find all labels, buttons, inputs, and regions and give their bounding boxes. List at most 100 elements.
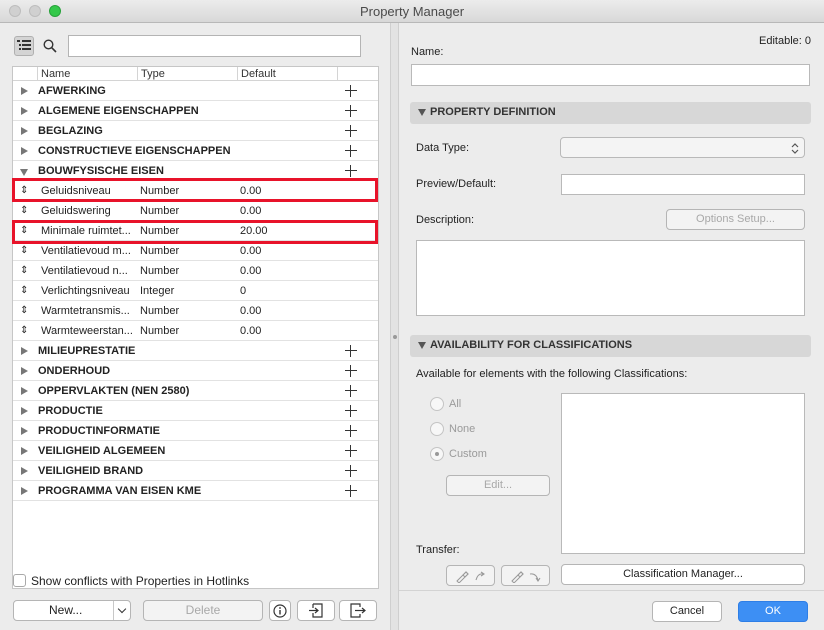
panel-splitter[interactable] bbox=[390, 23, 399, 630]
name-input[interactable] bbox=[411, 64, 810, 86]
add-property-icon[interactable] bbox=[345, 445, 357, 457]
column-header-name[interactable]: Name bbox=[37, 67, 70, 81]
edit-button[interactable]: Edit... bbox=[446, 475, 550, 496]
group-row[interactable]: BEGLAZING bbox=[13, 121, 378, 141]
column-header-default[interactable]: Default bbox=[237, 67, 276, 81]
add-property-icon[interactable] bbox=[345, 385, 357, 397]
property-row[interactable]: ⇕ Minimale ruimtet... Number 20.00 bbox=[13, 221, 378, 241]
disclosure-triangle-icon[interactable] bbox=[21, 367, 28, 375]
add-property-icon[interactable] bbox=[345, 85, 357, 97]
chevron-down-icon[interactable] bbox=[117, 604, 127, 614]
radio-all[interactable] bbox=[430, 397, 444, 411]
group-row[interactable]: PRODUCTIE bbox=[13, 401, 378, 421]
availability-header[interactable]: AVAILABILITY FOR CLASSIFICATIONS bbox=[410, 335, 811, 357]
property-type: Number bbox=[140, 205, 180, 217]
show-conflicts-checkbox[interactable] bbox=[13, 574, 26, 587]
property-definition-header[interactable]: PROPERTY DEFINITION bbox=[410, 102, 811, 124]
group-row[interactable]: MILIEUPRESTATIE bbox=[13, 341, 378, 361]
radio-none-label: None bbox=[449, 423, 476, 435]
disclosure-triangle-icon[interactable] bbox=[21, 347, 28, 355]
show-conflicts-label: Show conflicts with Properties in Hotlin… bbox=[31, 574, 250, 588]
disclosure-triangle-icon[interactable] bbox=[21, 447, 28, 455]
reorder-handle-icon[interactable]: ⇕ bbox=[20, 281, 28, 301]
classifications-list[interactable] bbox=[561, 393, 805, 554]
property-type: Number bbox=[140, 225, 180, 237]
editable-count: Editable: 0 bbox=[759, 35, 811, 47]
group-row[interactable]: CONSTRUCTIEVE EIGENSCHAPPEN bbox=[13, 141, 378, 161]
property-list-panel: Name Type Default AFWERKING ALGEMENE EIG… bbox=[0, 23, 390, 630]
property-row[interactable]: ⇕ Ventilatievoud m... Number 0.00 bbox=[13, 241, 378, 261]
description-textarea[interactable] bbox=[416, 240, 805, 316]
reorder-handle-icon[interactable]: ⇕ bbox=[20, 201, 28, 221]
disclosure-triangle-icon[interactable] bbox=[21, 147, 28, 155]
add-property-icon[interactable] bbox=[345, 165, 357, 177]
group-row[interactable]: VEILIGHEID ALGEMEEN bbox=[13, 441, 378, 461]
disclosure-triangle-icon[interactable] bbox=[21, 407, 28, 415]
radio-none[interactable] bbox=[430, 422, 444, 436]
add-property-icon[interactable] bbox=[345, 345, 357, 357]
disclosure-triangle-icon[interactable] bbox=[21, 127, 28, 135]
ok-button[interactable]: OK bbox=[738, 601, 808, 622]
group-row[interactable]: OPPERVLAKTEN (NEN 2580) bbox=[13, 381, 378, 401]
disclosure-triangle-open-icon[interactable] bbox=[20, 169, 28, 176]
property-tree[interactable]: Name Type Default AFWERKING ALGEMENE EIG… bbox=[12, 66, 379, 589]
disclosure-triangle-icon[interactable] bbox=[21, 387, 28, 395]
data-type-select[interactable] bbox=[560, 137, 805, 158]
add-property-icon[interactable] bbox=[345, 105, 357, 117]
add-property-icon[interactable] bbox=[345, 125, 357, 137]
preview-default-input[interactable] bbox=[561, 174, 805, 195]
property-row[interactable]: ⇕ Verlichtingsniveau Integer 0 bbox=[13, 281, 378, 301]
cancel-button[interactable]: Cancel bbox=[652, 601, 722, 622]
group-row[interactable]: VEILIGHEID BRAND bbox=[13, 461, 378, 481]
property-row[interactable]: ⇕ Ventilatievoud n... Number 0.00 bbox=[13, 261, 378, 281]
group-row[interactable]: ALGEMENE EIGENSCHAPPEN bbox=[13, 101, 378, 121]
group-row[interactable]: ONDERHOUD bbox=[13, 361, 378, 381]
column-header-type[interactable]: Type bbox=[137, 67, 165, 81]
property-row[interactable]: ⇕ Warmteweerstan... Number 0.00 bbox=[13, 321, 378, 341]
property-name: Ventilatievoud m... bbox=[41, 245, 131, 257]
property-row[interactable]: ⇕ Geluidswering Number 0.00 bbox=[13, 201, 378, 221]
property-row[interactable]: ⇕ Warmtetransmis... Number 0.00 bbox=[13, 301, 378, 321]
search-icon[interactable] bbox=[40, 36, 60, 56]
disclosure-triangle-open-icon[interactable] bbox=[418, 342, 426, 349]
group-row-open[interactable]: BOUWFYSISCHE EISEN bbox=[13, 161, 378, 181]
add-property-icon[interactable] bbox=[345, 365, 357, 377]
disclosure-triangle-open-icon[interactable] bbox=[418, 109, 426, 116]
transfer-label: Transfer: bbox=[416, 544, 460, 556]
radio-custom[interactable] bbox=[430, 447, 444, 461]
reorder-handle-icon[interactable]: ⇕ bbox=[20, 221, 28, 241]
disclosure-triangle-icon[interactable] bbox=[21, 427, 28, 435]
add-property-icon[interactable] bbox=[345, 485, 357, 497]
info-button[interactable] bbox=[269, 600, 291, 621]
import-button[interactable] bbox=[297, 600, 335, 621]
reorder-handle-icon[interactable]: ⇕ bbox=[20, 241, 28, 261]
disclosure-triangle-icon[interactable] bbox=[21, 487, 28, 495]
group-row[interactable]: PROGRAMMA VAN EISEN KME bbox=[13, 481, 378, 501]
reorder-handle-icon[interactable]: ⇕ bbox=[20, 261, 28, 281]
add-property-icon[interactable] bbox=[345, 405, 357, 417]
property-default: 0 bbox=[240, 285, 247, 297]
options-setup-button[interactable]: Options Setup... bbox=[666, 209, 805, 230]
transfer-send-button[interactable] bbox=[446, 565, 495, 586]
add-property-icon[interactable] bbox=[345, 465, 357, 477]
disclosure-triangle-icon[interactable] bbox=[21, 467, 28, 475]
search-input[interactable] bbox=[68, 35, 361, 57]
add-property-icon[interactable] bbox=[345, 145, 357, 157]
group-row[interactable]: AFWERKING bbox=[13, 81, 378, 101]
transfer-receive-button[interactable] bbox=[501, 565, 550, 586]
disclosure-triangle-icon[interactable] bbox=[21, 87, 28, 95]
reorder-handle-icon[interactable]: ⇕ bbox=[20, 301, 28, 321]
disclosure-triangle-icon[interactable] bbox=[21, 107, 28, 115]
property-row[interactable]: ⇕ Geluidsniveau Number 0.00 bbox=[13, 181, 378, 201]
export-button[interactable] bbox=[339, 600, 377, 621]
reorder-handle-icon[interactable]: ⇕ bbox=[20, 181, 28, 201]
add-property-icon[interactable] bbox=[345, 425, 357, 437]
reorder-handle-icon[interactable]: ⇕ bbox=[20, 321, 28, 341]
classification-manager-button[interactable]: Classification Manager... bbox=[561, 564, 805, 585]
property-type: Number bbox=[140, 325, 180, 337]
new-button[interactable]: New... bbox=[13, 600, 131, 621]
group-row[interactable]: PRODUCTINFORMATIE bbox=[13, 421, 378, 441]
tree-view-icon[interactable] bbox=[14, 36, 34, 56]
delete-button[interactable]: Delete bbox=[143, 600, 263, 621]
splitter-grip-icon[interactable] bbox=[393, 335, 397, 339]
